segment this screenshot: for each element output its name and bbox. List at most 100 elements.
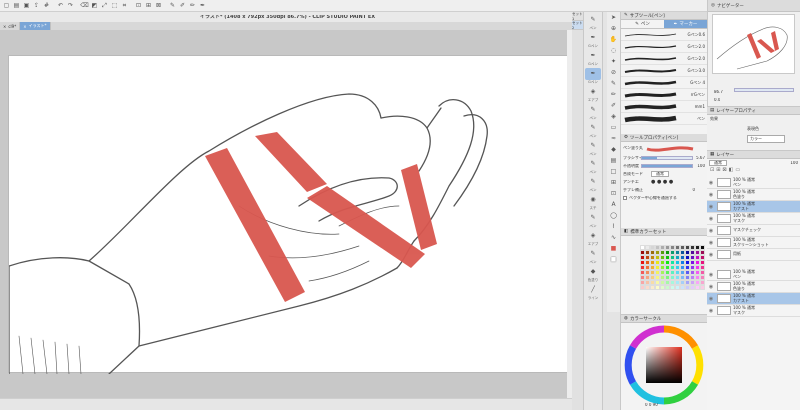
brush-size-slider[interactable] [641, 156, 693, 160]
undo-icon[interactable]: ↶ [56, 1, 65, 10]
brush-item[interactable]: Gペン 4 [621, 77, 707, 89]
mask-icon[interactable]: ◧ [729, 167, 734, 177]
eye-icon[interactable]: ◉ [707, 252, 715, 258]
layer-opacity[interactable]: 100 [790, 161, 798, 165]
pen-icon[interactable]: ✎ [585, 140, 601, 152]
magic-wand-icon[interactable]: ✦ [608, 57, 619, 67]
lock-icon[interactable]: ⊡ [710, 167, 714, 177]
frame-icon[interactable]: ⊞ [608, 178, 619, 188]
fill-icon[interactable]: ◆ [585, 266, 601, 278]
deselect-icon[interactable]: ⬚ [110, 1, 119, 10]
airbrush-icon[interactable]: ◈ [608, 112, 619, 122]
ruler-icon[interactable]: ⊡ [134, 1, 143, 10]
eye-icon[interactable]: ◉ [707, 192, 715, 198]
horizontal-scrollbar[interactable] [0, 398, 572, 410]
antialias-dots-icon[interactable]: ● ● ● ● [651, 179, 673, 185]
correct-line-icon[interactable]: ∿ [608, 233, 619, 243]
crop-icon[interactable]: ⌗ [120, 1, 129, 10]
vector-checkbox-row[interactable]: ベクター中心線を通過する [621, 194, 707, 202]
pen-icon[interactable]: ✎ [585, 122, 601, 134]
new-file-icon[interactable]: ▢ [2, 1, 11, 10]
gradient-icon[interactable]: ▤ [608, 156, 619, 166]
eye-icon[interactable]: ◉ [707, 204, 715, 210]
airbrush-icon[interactable]: ◈ [585, 230, 601, 242]
layer-row[interactable]: ◉ 100 % 通常 色塗り [707, 189, 800, 201]
brush-icon[interactable]: ✐ [608, 101, 619, 111]
ref-icon[interactable]: ⊠ [722, 167, 726, 177]
eye-icon[interactable]: ◉ [707, 216, 715, 222]
pen-tool-icon[interactable]: ✎ [168, 1, 177, 10]
layer-blend-select[interactable]: 通常 [709, 160, 727, 166]
eye-icon[interactable]: ◉ [707, 284, 715, 290]
brush-item[interactable]: mm1 [621, 101, 707, 113]
clip-icon[interactable]: ⊞ [716, 167, 720, 177]
brush-item[interactable]: Gペン2.0 [621, 53, 707, 65]
g-pen-icon[interactable]: ✒ [585, 32, 601, 44]
eye-icon[interactable]: ◉ [707, 180, 715, 186]
display-color-select[interactable]: カラー [747, 135, 785, 143]
grid-icon[interactable]: # [42, 1, 51, 10]
layer-row[interactable]: ◉ 100 % 通常 マスク [707, 213, 800, 225]
brush-tool-icon[interactable]: ✐ [178, 1, 187, 10]
eraser-icon[interactable]: ▭ [608, 123, 619, 133]
hand-icon[interactable]: ✋ [608, 35, 619, 45]
open-file-icon[interactable]: ▤ [12, 1, 21, 10]
doc-tab-2[interactable]: × イラスト* [20, 22, 51, 30]
ruler-icon[interactable]: ▭ [735, 167, 740, 177]
airbrush-icon[interactable]: ◈ [585, 86, 601, 98]
brush-item[interactable]: ペン [621, 113, 707, 125]
line-fix-icon[interactable]: ⌇ [608, 222, 619, 232]
figure-icon[interactable]: □ [608, 167, 619, 177]
eye-icon[interactable]: ◉ [707, 308, 715, 314]
layer-row[interactable]: ◉ 100 % 通常 ペン [707, 177, 800, 189]
layer-row[interactable]: ◉ 用紙 [707, 249, 800, 261]
line-icon[interactable]: ╱ [585, 284, 601, 296]
close-icon[interactable]: × [3, 24, 6, 29]
brush-item[interactable]: Gペン3.0 [621, 65, 707, 77]
pen-icon[interactable]: ✎ [585, 212, 601, 224]
blend-mode-row[interactable]: 合成モード 通常 [621, 170, 707, 178]
opacity-row[interactable]: 不透明度 100 [621, 162, 707, 170]
snap-icon[interactable]: ⊞ [144, 1, 153, 10]
layer-row[interactable]: ◉ マスクチェック [707, 225, 800, 237]
pen-icon[interactable]: ✎ [585, 104, 601, 116]
doc-tab-1[interactable]: × cl9* [0, 22, 21, 30]
blend-mode-select[interactable]: 通常 [651, 171, 669, 177]
angle-value[interactable]: 0.0 [714, 98, 720, 102]
brush-size-row[interactable]: ブラシサイズ 5.67 [621, 154, 707, 162]
eye-icon[interactable]: ◉ [707, 228, 715, 234]
layer-row[interactable]: ◉ 100 % 通常 マスク [707, 305, 800, 317]
clear-icon[interactable]: ⌫ [80, 1, 89, 10]
pen-icon[interactable]: ✎ [608, 79, 619, 89]
pen-icon[interactable]: ✎ [585, 14, 601, 26]
color-swatch-grid[interactable] [640, 245, 705, 290]
pencil-icon[interactable]: ✏ [608, 90, 619, 100]
eye-icon[interactable]: ◉ [707, 240, 715, 246]
export-icon[interactable]: ⇪ [32, 1, 41, 10]
fill-icon[interactable]: ◆ [608, 145, 619, 155]
layer-row[interactable]: ◉ 100 % 通常 スクリーンショット [707, 237, 800, 249]
eye-icon[interactable]: ◉ [707, 296, 715, 302]
snap-ruler-icon[interactable]: ⊠ [154, 1, 163, 10]
pen-icon[interactable]: ✎ [585, 176, 601, 188]
text-icon[interactable]: A [608, 200, 619, 210]
lasso-icon[interactable]: ◌ [608, 46, 619, 56]
pencil-tool-icon[interactable]: ✏ [188, 1, 197, 10]
fill-icon[interactable]: ◩ [90, 1, 99, 10]
layer-row[interactable]: ◉ 100 % 通常 カナスト [707, 293, 800, 305]
brush-item[interactable]: Gペン2.0 [621, 41, 707, 53]
transform-icon[interactable]: ⤢ [100, 1, 109, 10]
main-color-icon[interactable]: ■ [608, 244, 619, 254]
balloon-icon[interactable]: ◯ [608, 211, 619, 221]
brush-item[interactable]: Gペン0.6 [621, 29, 707, 41]
g-pen-icon[interactable]: ✒ [585, 50, 601, 62]
artboard[interactable] [8, 55, 570, 375]
antialias-row[interactable]: アンチエ ● ● ● ● [621, 178, 707, 186]
set-tab-2[interactable]: セット2 [572, 21, 583, 30]
color-wheel[interactable] [621, 323, 708, 410]
tab-pen[interactable]: ✎ ペン [621, 20, 664, 28]
layer-row[interactable]: ◉ 100 % 通常 カナスト [707, 201, 800, 213]
brush-item[interactable]: rrGペン [621, 89, 707, 101]
blend-icon[interactable]: ≈ [608, 134, 619, 144]
navigator-thumbnail[interactable] [712, 14, 795, 74]
